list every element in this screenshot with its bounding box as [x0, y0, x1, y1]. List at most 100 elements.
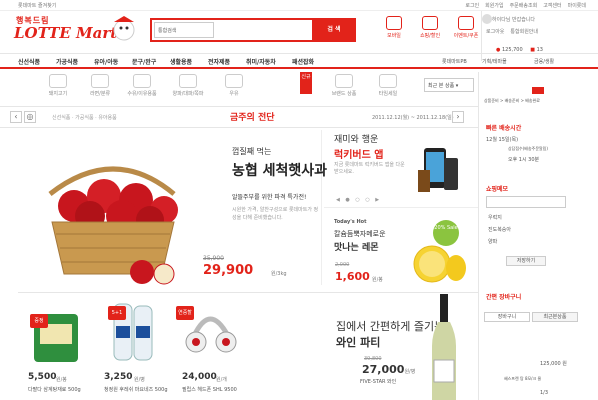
support-link[interactable]: 고객센터 — [543, 2, 561, 9]
logo[interactable]: LOTTE Mart — [14, 24, 117, 42]
bottle-icon — [133, 74, 151, 88]
user-greeting: 하이다님 반갑습니다 — [492, 17, 535, 23]
next-arrow-icon[interactable]: › — [452, 111, 464, 123]
delivery-steps: 상품준비 > 배송준비 > 배송완료 — [484, 98, 540, 103]
cat-pork[interactable]: 돼지고기 — [40, 74, 76, 97]
mobile-shortcut[interactable]: 모바일 — [380, 16, 408, 39]
lemon-price: 1,600 — [335, 270, 370, 283]
chevron-down-icon: ▾ — [455, 83, 459, 89]
pig-icon — [49, 74, 67, 88]
hero-unit: 원/3kg — [271, 271, 287, 277]
event-shortcut[interactable]: 이벤트/쿠폰 — [452, 16, 480, 39]
lemon-tag: Today's Hot — [334, 219, 367, 225]
right-sidebar — [478, 72, 598, 400]
delivery-text: 상담접수(배송주문알림) — [508, 146, 548, 151]
memo-item[interactable]: 우럭지 — [488, 214, 502, 221]
lemon-title: 맛나는 레몬 — [334, 243, 379, 253]
cat-timesale[interactable]: 타임세일 — [370, 74, 406, 97]
cat-onion[interactable]: 양파/대파/쪽파 — [170, 74, 206, 97]
mascot-icon — [106, 14, 144, 44]
recent-tab[interactable]: 최근본상품 — [532, 312, 578, 322]
app-promo-text: 지금 롯데마트 럭키버드 앱을 다운받으세요. — [334, 162, 405, 175]
flyer-icon[interactable]: ◎ — [24, 111, 36, 123]
wine-bottle-image — [424, 294, 464, 400]
hero-subtitle: 껍질째 먹는 — [232, 147, 272, 156]
product-price: 3,250 — [104, 372, 133, 382]
nav-theme[interactable]: 기획/테마몰 — [482, 58, 507, 65]
nav-kids[interactable]: 유아/아동 — [94, 57, 118, 66]
flyer-date: 2011.12.12(월) ~ 2011.12.18(일) — [372, 115, 454, 121]
app-promo-subtitle: 재미와 행운 — [334, 135, 379, 145]
cat-baby[interactable]: 수유/이유용품 — [124, 74, 160, 97]
lemon-unit: 원/봉 — [372, 277, 383, 283]
product-card[interactable] — [26, 296, 82, 370]
cat-milk[interactable]: 우유 — [216, 74, 252, 97]
onion-icon — [179, 74, 197, 88]
brand-icon — [335, 74, 353, 88]
product-name[interactable]: 필립스 헤드폰 SHL 9500 — [182, 386, 242, 393]
product-name[interactable]: 청정원 후레쉬 마요네즈 500g — [104, 386, 168, 393]
favorite-link[interactable]: 롯데마트 즐겨찾기 — [18, 2, 56, 9]
top-links: 로그인 회원가입 주문배송조회 고객센터 마이롯데 — [465, 2, 586, 9]
milk-icon — [225, 74, 243, 88]
wine-name[interactable]: FIVE-STAR 와인 — [360, 378, 396, 385]
category-strip: 돼지고기 라면/분류 수유/이유용품 양파/대파/쪽파 우유 브랜드 상품 타임… — [40, 74, 440, 104]
cat-ramen[interactable]: 라면/분류 — [82, 74, 118, 97]
login-link[interactable]: 로그인 — [465, 2, 479, 9]
flyer-categories[interactable]: 신선식품 · 가공식품 · 유아용품 — [52, 114, 117, 121]
lemon-subtitle: 칼슘듬뿍자메로운 — [334, 230, 386, 238]
join-link[interactable]: 회원가입 — [485, 2, 503, 9]
wine-old-price: 39,800 — [364, 356, 382, 362]
search-category-select[interactable]: 통합검색 — [154, 22, 214, 38]
cart-pagination: 1/3 — [540, 390, 549, 396]
ramen-icon — [91, 74, 109, 88]
nav-fresh[interactable]: 신선식품 — [18, 57, 40, 66]
product-row — [18, 292, 478, 400]
phone-image — [418, 146, 462, 196]
nav-electronics[interactable]: 전자제품 — [208, 57, 230, 66]
hero-price: 29,900 — [203, 263, 254, 278]
nav-pb[interactable]: 롯데마트PB — [442, 58, 467, 65]
nav-processed[interactable]: 가공식품 — [56, 57, 78, 66]
delivery-truck-icon — [488, 86, 588, 96]
hero-description: 시원한 가격, 알찬구성으로 롯데마트가 정성을 다해 준비했습니다. — [232, 207, 319, 221]
mobile-icon — [386, 16, 402, 30]
sale-icon — [422, 16, 438, 30]
apple-basket-image — [24, 134, 198, 286]
bundle-badge: 5+1 — [108, 306, 126, 320]
avatar — [482, 14, 492, 24]
nav-finance[interactable]: 금융/생활 — [534, 58, 554, 65]
nav-stationery[interactable]: 문구/완구 — [132, 57, 156, 66]
cart-tab[interactable]: 장바구니 — [484, 312, 530, 322]
lemon-old-price: 2,000 — [335, 262, 350, 268]
cat-brand[interactable]: 브랜드 상품 — [326, 74, 362, 97]
recent-viewed-dropdown[interactable]: 최근 본 상품 ▾ — [424, 78, 474, 92]
memo-item[interactable]: 진도복숭아 — [488, 226, 511, 233]
prev-arrow-icon[interactable]: ‹ — [10, 111, 22, 123]
delivery-time: 오후 1시 30분 — [508, 157, 540, 163]
memo-input[interactable] — [486, 196, 566, 208]
carousel-dots[interactable]: ◀ ● ○ ○ ▶ — [336, 197, 381, 203]
nav-hobby[interactable]: 취미/자동차 — [246, 57, 276, 66]
member-info-link[interactable]: 통합회원안내 — [510, 28, 538, 35]
mylotte-link[interactable]: 마이롯데 — [568, 2, 586, 9]
product-unit: 원/봉 — [56, 377, 67, 383]
quick-icons: 모바일 쇼핑/할인 이벤트/쿠폰 — [380, 16, 480, 39]
user-links: 로그아웃 통합회원안내 — [486, 28, 538, 35]
discount-badge: 연중할인 — [176, 306, 194, 330]
nav-living[interactable]: 생활용품 — [170, 57, 192, 66]
search-button[interactable]: 검 색 — [312, 18, 356, 42]
nav-fashion[interactable]: 패션잡화 — [292, 57, 314, 66]
order-link[interactable]: 주문배송조회 — [510, 2, 538, 9]
sale-shortcut[interactable]: 쇼핑/할인 — [416, 16, 444, 39]
coupon-icon — [458, 16, 474, 30]
product-name[interactable]: 다팔다 삼계탕재료 500g — [28, 386, 81, 393]
product-price: 5,500 — [28, 372, 57, 382]
memo-save-button[interactable]: 저장하기 — [506, 256, 546, 266]
memo-title: 쇼핑메모 — [486, 186, 509, 193]
memo-item[interactable]: 양파 — [488, 238, 497, 245]
cart-item[interactable]: 혜스프렌 탕 8모/크 물 — [504, 376, 541, 382]
new-tab[interactable]: 신규 — [300, 72, 312, 94]
logout-link[interactable]: 로그아웃 — [486, 28, 504, 35]
delivery-date: 12월 15일(목) — [486, 137, 519, 143]
